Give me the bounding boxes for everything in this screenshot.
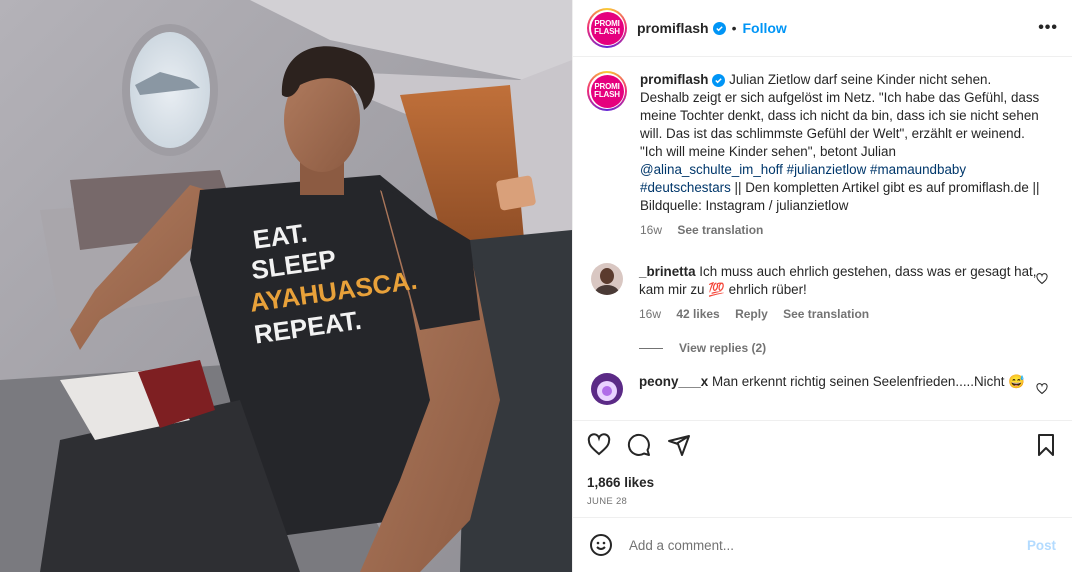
share-icon[interactable] xyxy=(667,433,691,457)
promiflash-logo: PROMI FLASH xyxy=(590,74,624,108)
hashtag-link[interactable]: #mamaundbaby xyxy=(870,162,966,177)
caption-age: 16w xyxy=(640,223,663,237)
heart-icon[interactable] xyxy=(587,433,611,457)
mention-link[interactable]: @alina_schulte_im_hoff xyxy=(640,162,783,177)
emoji-icon[interactable] xyxy=(589,533,613,557)
post-image: EAT. SLEEP AYAHUASCA. REPEAT. xyxy=(0,0,572,572)
hashtag-link[interactable]: #deutschestars xyxy=(640,180,731,195)
post-panel: PROMI FLASH promiflash • Follow ••• PROMI… xyxy=(572,0,1072,572)
post-modal: EAT. SLEEP AYAHUASCA. REPEAT. PROMI FLASH… xyxy=(0,0,1072,572)
comment-text: peony___x Man erkennt richtig seinen See… xyxy=(639,374,1025,389)
post-comment-button[interactable]: Post xyxy=(1027,538,1056,553)
follow-button[interactable]: Follow xyxy=(742,20,786,36)
comment-input[interactable]: Add a comment... xyxy=(629,538,1027,553)
caption-meta: 16w See translation xyxy=(640,221,1040,239)
action-bar: 1,866 likes JUNE 28 xyxy=(573,420,1072,507)
view-replies-button[interactable]: View replies (2) xyxy=(639,341,1056,355)
author-avatar[interactable]: PROMI FLASH xyxy=(587,8,627,48)
reply-button[interactable]: Reply xyxy=(735,307,768,321)
post-header: PROMI FLASH promiflash • Follow ••• xyxy=(573,0,1072,57)
verified-icon xyxy=(712,21,726,35)
commenter-avatar[interactable] xyxy=(591,263,623,295)
emoji-sweat-smile: 😅 xyxy=(1008,374,1025,389)
comment-username[interactable]: _brinetta xyxy=(639,264,696,279)
heart-icon[interactable] xyxy=(1036,273,1048,285)
comment-text: _brinetta Ich muss auch ehrlich gestehen… xyxy=(639,264,1037,297)
likes-count[interactable]: 1,866 likes xyxy=(587,475,1058,490)
comment: peony___x Man erkennt richtig seinen See… xyxy=(587,373,1056,405)
comments-section[interactable]: PROMI FLASH promiflash Julian Zietlow dar… xyxy=(573,57,1072,417)
see-translation-link[interactable]: See translation xyxy=(677,223,763,237)
bookmark-icon[interactable] xyxy=(1034,433,1058,457)
comment-likes[interactable]: 42 likes xyxy=(676,307,719,321)
caption: PROMI FLASH promiflash Julian Zietlow dar… xyxy=(587,71,1056,239)
emoji-100: 💯 xyxy=(708,282,725,297)
caption-text: promiflash Julian Zietlow darf seine Kin… xyxy=(640,72,1040,213)
add-comment-bar: Add a comment... Post xyxy=(573,517,1072,572)
post-date: JUNE 28 xyxy=(587,496,628,507)
author-username[interactable]: promiflash xyxy=(637,20,709,36)
comment-icon[interactable] xyxy=(627,433,651,457)
comment-meta: 16w 42 likes Reply See translation xyxy=(639,305,1039,323)
hashtag-link[interactable]: #julianzietlow xyxy=(787,162,867,177)
comment-username[interactable]: peony___x xyxy=(639,374,708,389)
commenter-avatar[interactable] xyxy=(591,373,623,405)
post-photo[interactable]: EAT. SLEEP AYAHUASCA. REPEAT. xyxy=(0,0,572,572)
comment: _brinetta Ich muss auch ehrlich gestehen… xyxy=(587,263,1056,323)
promiflash-logo: PROMI FLASH xyxy=(590,11,624,45)
separator-dot: • xyxy=(731,20,737,36)
caption-avatar[interactable]: PROMI FLASH xyxy=(587,71,627,111)
verified-icon xyxy=(712,74,726,87)
more-icon[interactable]: ••• xyxy=(1038,19,1058,37)
heart-icon[interactable] xyxy=(1036,383,1048,395)
see-translation-link[interactable]: See translation xyxy=(783,307,869,321)
comment-age: 16w xyxy=(639,307,662,321)
caption-username[interactable]: promiflash xyxy=(640,72,708,87)
